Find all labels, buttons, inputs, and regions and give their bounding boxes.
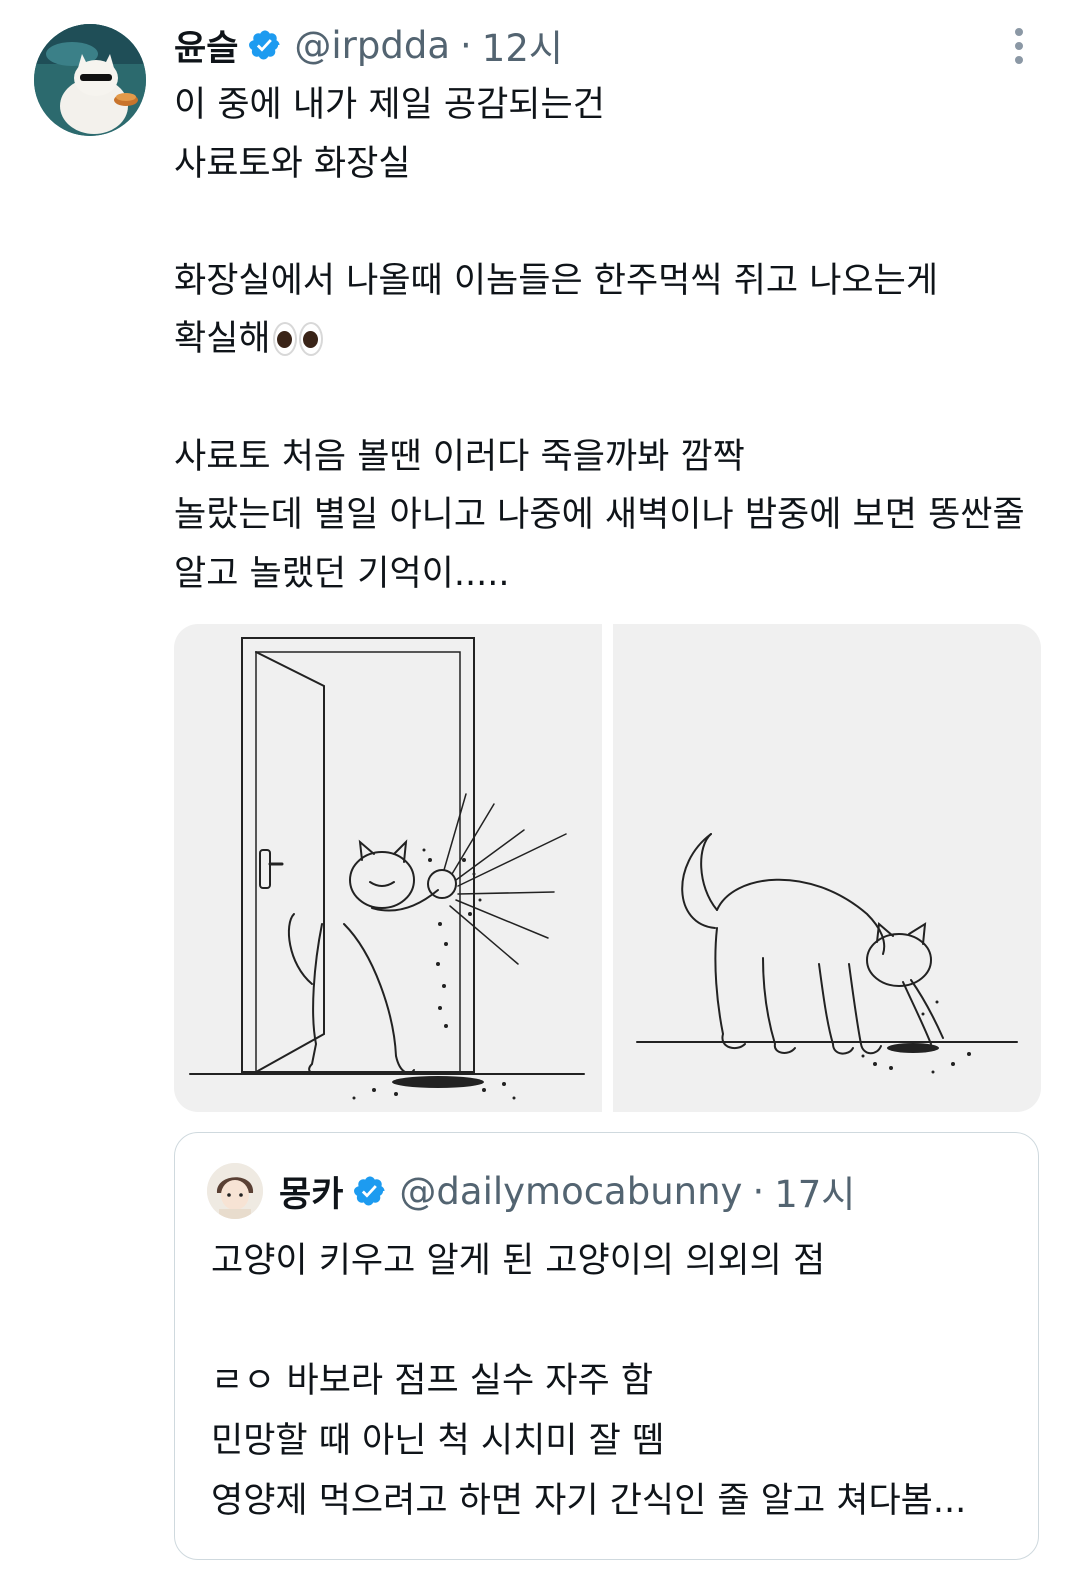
tweet-line: 이 중에 내가 제일 공감되는건 — [174, 85, 605, 125]
author-avatar[interactable] — [34, 24, 146, 136]
author-name[interactable]: 윤슬 — [174, 20, 238, 71]
quote-line: ㄹㅇ 바보라 점프 실수 자주 함 — [211, 1361, 654, 1401]
quote-timestamp[interactable]: 17시 — [774, 1164, 855, 1218]
quoted-tweet[interactable]: 몽카 @dailymocabunny · 17시 고양이 키우고 알게 된 고양… — [174, 1132, 1039, 1560]
eyes-emoji — [272, 322, 325, 357]
tweet-line: 화장실에서 나올때 이놈들은 한주먹씩 쥐고 나오는게 — [174, 260, 939, 301]
tweet-media — [174, 624, 1041, 1112]
avatar-cat-image — [34, 24, 146, 136]
media-image-cat-door[interactable] — [174, 624, 602, 1112]
separator-dot: · — [460, 23, 472, 67]
quote-line: 민망할 때 아닌 척 시치미 잘 뗌 — [211, 1421, 665, 1461]
quote-line: 고양이 키우고 알게 된 고양이의 의외의 점 — [211, 1241, 826, 1281]
quote-author-avatar[interactable] — [207, 1163, 263, 1219]
more-options-icon[interactable] — [1003, 26, 1035, 66]
tweet-timestamp[interactable]: 12시 — [482, 18, 563, 72]
media-image-cat-vomit[interactable] — [613, 624, 1041, 1112]
tweet-line-text: 확실해 — [174, 319, 271, 360]
quote-author-name[interactable]: 몽카 — [279, 1166, 343, 1217]
quote-header: 몽카 @dailymocabunny · 17시 — [279, 1163, 855, 1219]
quote-text: 고양이 키우고 알게 된 고양이의 의외의 점 ㄹㅇ 바보라 점프 실수 자주 … — [211, 1231, 1031, 1531]
tweet-line: 사료토 처음 볼땐 이러다 죽을까봐 깜짝 — [174, 436, 745, 477]
quote-author-handle[interactable]: @dailymocabunny — [399, 1170, 742, 1213]
tweet-line — [174, 369, 1054, 428]
verified-badge-icon — [354, 1176, 385, 1206]
separator-dot: · — [752, 1169, 765, 1213]
tweet-header: 윤슬 @irpdda · 12시 — [174, 18, 563, 72]
tweet-line: 사료토와 화장실 — [174, 143, 411, 184]
quote-line: 영양제 먹으려고 하면 자기 간식인 줄 알고 쳐다봄... — [211, 1481, 967, 1521]
verified-badge-icon — [249, 30, 280, 60]
tweet-line: 놀랐는데 별일 아니고 나중에 새벽이나 밤중에 보면 똥싼줄 — [174, 495, 1025, 536]
tweet-line — [174, 193, 1054, 252]
tweet-line: 확실해 — [174, 310, 1054, 369]
tweet-line: 알고 놀랬던 기억이..... — [174, 553, 510, 594]
tweet-text: 이 중에 내가 제일 공감되는건 사료토와 화장실 화장실에서 나올때 이놈들은… — [174, 76, 1054, 603]
quote-line — [211, 1291, 1031, 1351]
author-handle[interactable]: @irpdda — [294, 24, 450, 67]
